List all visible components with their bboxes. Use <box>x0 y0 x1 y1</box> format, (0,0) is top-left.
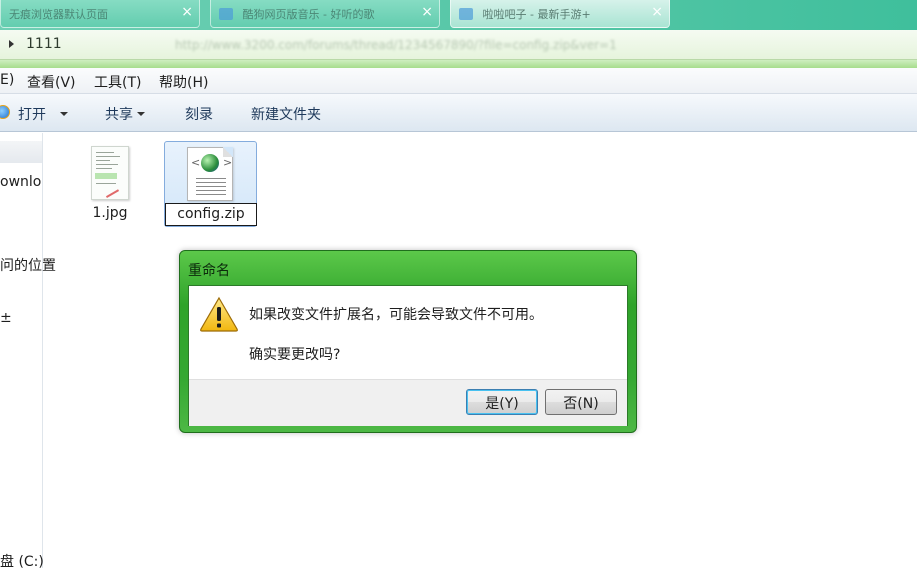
nav-header <box>0 141 42 163</box>
tab-label: 啦啦吧子 - 最新手游+ <box>482 8 591 21</box>
open-button[interactable]: 打开 <box>18 104 68 124</box>
divider <box>0 60 917 68</box>
no-button[interactable]: 否(N) <box>545 389 617 415</box>
dialog-button-bar: 是(Y) 否(N) <box>189 379 627 426</box>
open-label: 打开 <box>18 107 46 123</box>
browser-tab-2[interactable]: 酷狗网页版音乐 - 好听的歌 × <box>210 0 440 28</box>
browser-tab-1[interactable]: 无痕浏览器默认页面 × <box>0 0 200 28</box>
browser-tab-strip: 无痕浏览器默认页面 × 酷狗网页版音乐 - 好听的歌 × 啦啦吧子 - 最新手游… <box>0 0 917 30</box>
breadcrumb[interactable]: 1111 <box>26 36 62 52</box>
yes-button[interactable]: 是(Y) <box>466 389 538 415</box>
file-name: 1.jpg <box>92 205 128 221</box>
menu-help[interactable]: 帮助(H) <box>159 72 208 92</box>
chevron-down-icon <box>60 112 68 116</box>
share-label: 共享 <box>105 107 133 123</box>
browser-tab-3[interactable]: 啦啦吧子 - 最新手游+ × <box>450 0 670 28</box>
nav-item-downloads[interactable]: ownlo <box>0 174 41 190</box>
explorer-window: 无痕浏览器默认页面 × 酷狗网页版音乐 - 好听的歌 × 啦啦吧子 - 最新手游… <box>0 0 917 568</box>
chevron-down-icon <box>137 112 145 116</box>
nav-item-desktop[interactable]: ± <box>0 310 12 326</box>
warning-icon <box>200 296 238 332</box>
image-thumbnail-icon[interactable] <box>91 146 129 200</box>
menu-tools[interactable]: 工具(T) <box>94 72 141 92</box>
dialog-title: 重命名 <box>188 263 230 279</box>
nav-item-drive-c[interactable]: 盘 (C:) <box>0 551 44 568</box>
rename-input[interactable]: config.zip <box>165 203 257 226</box>
nav-item-recent-places[interactable]: 问的位置 <box>0 255 56 275</box>
new-folder-button[interactable]: 新建文件夹 <box>251 104 321 124</box>
command-bar: 打开 共享 刻录 新建文件夹 <box>0 94 917 132</box>
navigation-pane: ownlo 问的位置 ± 盘 (C:) <box>0 133 56 568</box>
address-bar[interactable]: 1111 http://www.3200.com/forums/thread/1… <box>0 30 917 60</box>
tab-label: 酷狗网页版音乐 - 好听的歌 <box>242 8 375 21</box>
close-icon[interactable]: × <box>181 4 193 20</box>
menu-view[interactable]: 查看(V) <box>27 72 76 92</box>
favicon-icon <box>219 8 233 20</box>
dialog-message: 如果改变文件扩展名，可能会导致文件不可用。 <box>249 307 543 323</box>
internet-explorer-icon <box>0 105 10 119</box>
tab-label: 无痕浏览器默认页面 <box>9 8 108 21</box>
breadcrumb-arrow-icon[interactable] <box>9 40 14 48</box>
file-item-jpg[interactable]: 1.jpg <box>80 205 140 221</box>
menu-edit[interactable]: E) <box>0 72 14 88</box>
dialog-question: 确实要更改吗? <box>249 347 341 363</box>
close-icon[interactable]: × <box>421 4 433 20</box>
share-button[interactable]: 共享 <box>105 104 145 124</box>
burn-button[interactable]: 刻录 <box>185 104 213 124</box>
menu-bar: E) 查看(V) 工具(T) 帮助(H) <box>0 68 917 94</box>
favicon-icon <box>459 8 473 20</box>
rename-dialog: 重命名 如果改变文件扩展名，可能会导致文件不可用。 确实要更改吗? 是(Y) 否… <box>179 250 637 433</box>
address-url-text: http://www.3200.com/forums/thread/123456… <box>175 38 617 52</box>
close-icon[interactable]: × <box>651 4 663 20</box>
web-document-icon: < > <box>187 147 233 201</box>
dialog-body: 如果改变文件扩展名，可能会导致文件不可用。 确实要更改吗? 是(Y) 否(N) <box>188 285 628 426</box>
